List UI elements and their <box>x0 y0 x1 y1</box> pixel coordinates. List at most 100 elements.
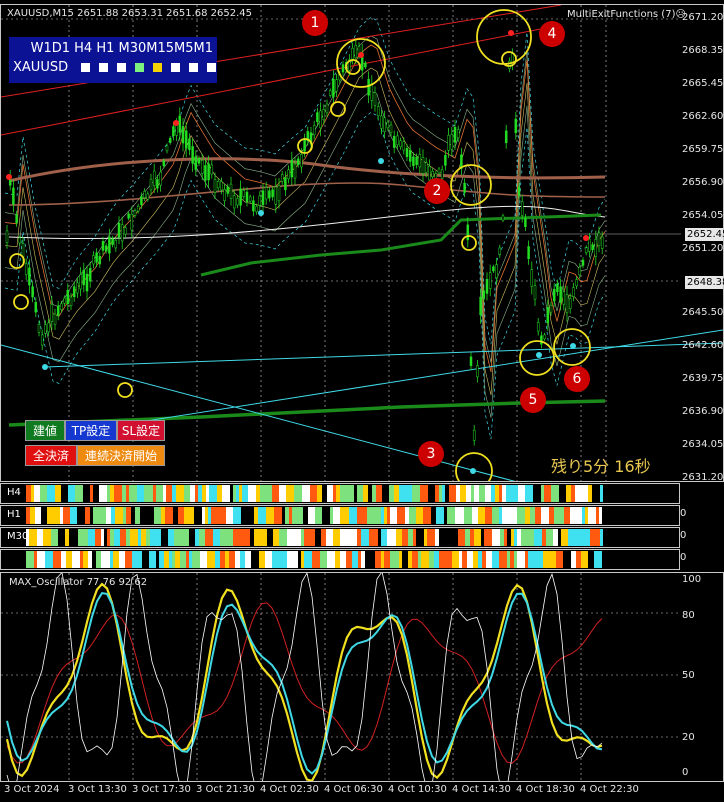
candle <box>520 201 524 216</box>
candle <box>40 334 44 346</box>
strip-cell <box>502 507 509 524</box>
candle <box>146 193 150 200</box>
tf-square-h1 <box>135 63 144 72</box>
strip-cell <box>296 507 303 524</box>
highlight-circle <box>13 294 29 310</box>
candle <box>584 247 588 253</box>
tp-button[interactable]: TP設定 <box>65 420 117 441</box>
strip-cell <box>575 529 583 546</box>
strip-cell <box>563 551 571 568</box>
strip-cell <box>45 551 53 568</box>
oscillator-pane[interactable]: MAX_Oscillator 77 76 92 62 <box>0 572 724 782</box>
candle <box>76 282 79 294</box>
candle <box>450 134 454 150</box>
strip-cell <box>327 551 335 568</box>
candle <box>530 269 534 287</box>
strip-cell <box>458 529 465 546</box>
strip-cell <box>588 507 596 524</box>
continuous-close-button[interactable]: 連続決済開始 <box>77 445 165 466</box>
main-chart-pane[interactable]: XAUUSD,M15 2651.88 2653.31 2651.68 2652.… <box>0 4 724 482</box>
strip-cell <box>333 507 340 524</box>
sl-button[interactable]: SL設定 <box>117 420 165 441</box>
candle <box>440 169 444 179</box>
candle <box>504 130 508 143</box>
strip-cell <box>474 529 481 546</box>
strip-cell <box>130 529 138 546</box>
time-tick: 3 Oct 13:30 <box>68 784 127 795</box>
strip-cell <box>241 507 248 524</box>
candle <box>552 288 556 302</box>
candle <box>514 118 518 134</box>
candle <box>293 163 297 179</box>
strip-cell <box>192 551 200 568</box>
strip-cell <box>544 485 551 502</box>
candle <box>428 166 431 181</box>
candle <box>274 186 278 205</box>
time-tick: 3 Oct 17:30 <box>132 784 191 795</box>
strip-cell <box>40 485 47 502</box>
candle <box>223 189 226 201</box>
close-all-button[interactable]: 全決済 <box>25 445 77 466</box>
strip-cell <box>274 507 282 524</box>
envelope-upper <box>4 35 606 363</box>
candle <box>575 279 578 287</box>
candle <box>536 322 540 332</box>
entry-button[interactable]: 建値 <box>25 420 65 441</box>
candle <box>456 129 460 139</box>
strip-cell <box>176 485 184 502</box>
strip-cell <box>75 485 83 502</box>
strip-cell <box>373 507 381 524</box>
candle <box>389 124 393 133</box>
candle <box>255 206 258 213</box>
candle <box>44 324 47 334</box>
price-tick: 2659.75 <box>682 144 724 155</box>
osc-tick: 50 <box>682 670 695 681</box>
candle <box>559 286 562 303</box>
price-tick: 2654.05 <box>682 210 724 221</box>
candle <box>508 60 511 69</box>
candle <box>156 179 159 189</box>
strip-cell <box>115 507 123 524</box>
price-tick: 2651.20 <box>682 243 724 254</box>
candle <box>21 243 25 258</box>
candle <box>162 160 166 167</box>
strip-cell <box>154 507 161 524</box>
price-tick: 2656.90 <box>682 177 724 188</box>
swing-high-dot <box>6 174 12 180</box>
candle <box>12 187 15 205</box>
candle <box>165 145 169 152</box>
strip-cell <box>114 485 122 502</box>
candle <box>172 126 175 137</box>
tf-square-h4 <box>117 63 126 72</box>
candle <box>130 214 134 231</box>
price-tick: 2671.20 <box>682 12 724 23</box>
strip-cell <box>265 551 272 568</box>
strip-cell <box>211 507 218 524</box>
candle <box>524 217 527 228</box>
strip-cell <box>574 507 582 524</box>
candle <box>120 224 124 242</box>
swing-high-dot <box>173 120 179 126</box>
timeframe-panel: W1D1 H4 H1 M30M15M5M1 XAUUSD <box>9 37 217 83</box>
strip-cell <box>200 551 207 568</box>
strip-cell <box>146 507 154 524</box>
second-price-tag: 2648.38 <box>685 276 724 289</box>
candle <box>588 238 591 252</box>
candle <box>287 169 290 179</box>
h1-strip-value: 0 <box>680 508 687 519</box>
swing-low-dot <box>470 468 476 474</box>
strip-cell <box>226 507 233 524</box>
candle <box>85 273 89 292</box>
candle <box>72 286 76 298</box>
candle <box>226 186 230 194</box>
strip-cell <box>29 529 37 546</box>
candle <box>383 117 386 132</box>
strip-cell <box>310 485 317 502</box>
strip-cell <box>521 529 529 546</box>
candle <box>533 285 537 300</box>
bollinger-lower <box>4 111 606 440</box>
candle <box>213 179 217 193</box>
candle <box>597 232 601 247</box>
strip-cell <box>333 529 340 546</box>
strip-cell <box>390 507 397 524</box>
